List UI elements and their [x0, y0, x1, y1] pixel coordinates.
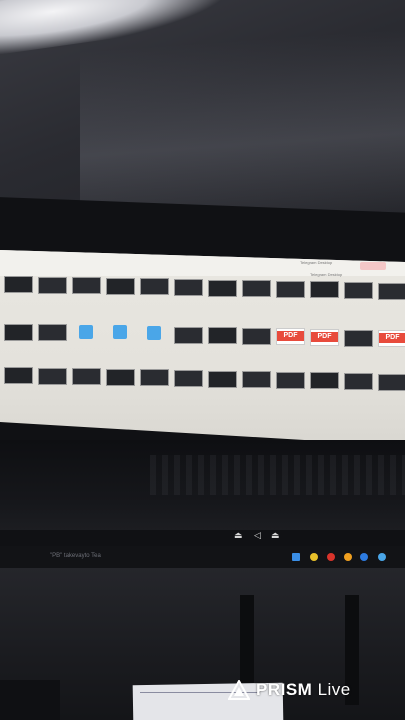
- video-thumbnail[interactable]: [378, 373, 405, 391]
- youtube-icon[interactable]: [327, 553, 335, 561]
- video-thumbnail[interactable]: [72, 368, 101, 386]
- taskbar: "PB" takevayto Tea: [0, 546, 405, 568]
- watermark: PRISM Live: [228, 678, 351, 702]
- video-thumbnail[interactable]: [38, 276, 67, 294]
- video-thumbnail[interactable]: [4, 276, 33, 293]
- app-icon-orange[interactable]: [344, 553, 352, 561]
- video-thumbnail[interactable]: [242, 280, 271, 298]
- desk-clutter: [0, 680, 60, 720]
- video-thumbnail[interactable]: [208, 327, 237, 345]
- video-thumbnail[interactable]: [242, 371, 271, 389]
- video-thumbnail[interactable]: [208, 279, 237, 297]
- monitor-left-icon[interactable]: ◁: [254, 530, 261, 541]
- telegram-file-icon[interactable]: [140, 325, 167, 341]
- video-thumbnail[interactable]: [344, 373, 373, 390]
- video-thumbnail[interactable]: [38, 324, 67, 342]
- watermark-text: PRISM Live: [256, 680, 351, 700]
- video-thumbnail[interactable]: [276, 280, 305, 298]
- video-thumbnail[interactable]: [344, 329, 373, 347]
- video-thumbnail[interactable]: [174, 370, 203, 387]
- monitor-screen: Telegram Desktop Telegram Desktop: [0, 250, 405, 446]
- window-tab[interactable]: [360, 262, 386, 270]
- telegram-file-icon[interactable]: [72, 324, 99, 340]
- video-thumbnail[interactable]: [242, 327, 271, 345]
- watermark-brand: PRISM: [256, 680, 313, 699]
- video-thumbnail[interactable]: [106, 277, 135, 295]
- video-thumbnail[interactable]: [106, 368, 135, 386]
- video-thumbnail[interactable]: [38, 367, 67, 385]
- screen-reflection: [150, 455, 405, 495]
- photo-scene: Telegram Desktop Telegram Desktop ⏏ ◁ ⏏ …: [0, 0, 405, 720]
- video-thumbnail[interactable]: [4, 323, 33, 341]
- video-thumbnail[interactable]: [208, 370, 237, 388]
- window-title: Telegram Desktop: [300, 260, 333, 265]
- file-row: [0, 367, 405, 408]
- pdf-file-icon[interactable]: [378, 330, 405, 348]
- pdf-file-icon[interactable]: [276, 328, 305, 346]
- monitor-power-icon[interactable]: ⏏: [271, 530, 280, 541]
- video-thumbnail[interactable]: [344, 282, 373, 299]
- video-thumbnail[interactable]: [310, 372, 339, 390]
- prism-logo-icon: [228, 680, 250, 700]
- video-thumbnail[interactable]: [174, 326, 203, 344]
- telegram-icon[interactable]: [378, 553, 386, 561]
- telegram-file-icon[interactable]: [106, 325, 133, 340]
- video-thumbnail[interactable]: [140, 278, 169, 296]
- video-thumbnail[interactable]: [72, 277, 101, 295]
- taskbar-label: "PB" takevayto Tea: [50, 553, 101, 559]
- monitor-button-icon[interactable]: ⏏: [234, 530, 243, 541]
- video-thumbnail[interactable]: [4, 367, 33, 384]
- app-icon-blue[interactable]: [360, 553, 368, 561]
- file-row: [0, 276, 405, 316]
- pdf-file-icon[interactable]: [310, 328, 339, 346]
- video-thumbnail[interactable]: [310, 281, 339, 299]
- file-row: [0, 323, 405, 364]
- video-thumbnail[interactable]: [378, 282, 405, 300]
- video-thumbnail[interactable]: [276, 371, 305, 389]
- video-thumbnail[interactable]: [140, 369, 169, 387]
- video-thumbnail[interactable]: [174, 279, 203, 296]
- app-icon[interactable]: [292, 553, 300, 561]
- watermark-suffix: Live: [317, 680, 351, 699]
- chrome-icon[interactable]: [310, 553, 318, 561]
